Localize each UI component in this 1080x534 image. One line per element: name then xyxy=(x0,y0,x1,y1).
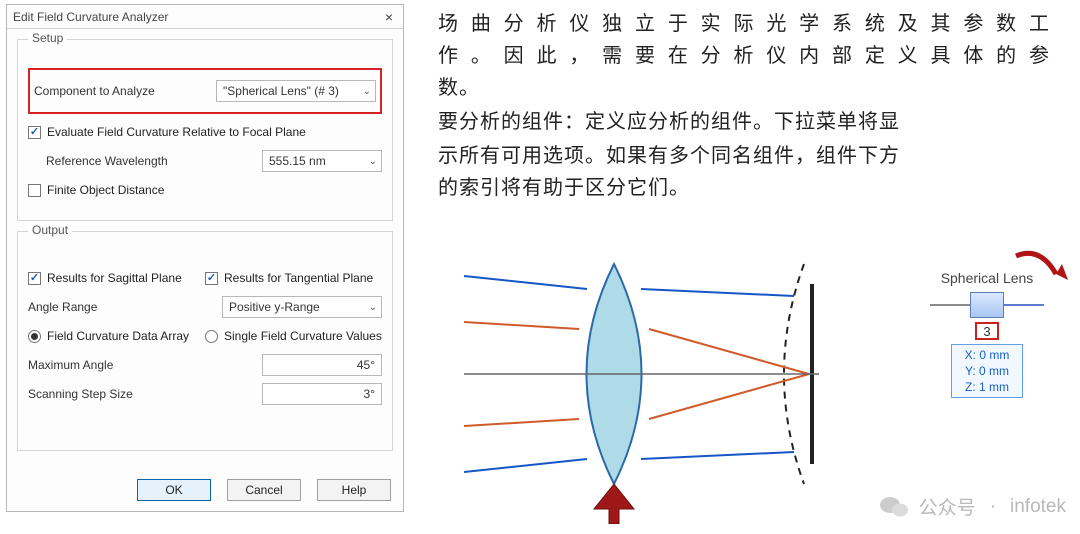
ok-button[interactable]: OK xyxy=(137,479,211,501)
chevron-down-icon: ⌄ xyxy=(363,86,371,97)
eval-focal-plane-checkbox[interactable] xyxy=(28,126,41,139)
description-text: 场曲分析仪独立于实际光学系统及其参数工 作。因此，需要在分析仪内部定义具体的参 … xyxy=(438,8,1070,204)
finite-distance-checkbox[interactable] xyxy=(28,184,41,197)
angle-range-select[interactable]: Positive y-Range ⌄ xyxy=(222,296,382,318)
max-angle-input[interactable]: 45° xyxy=(262,354,382,376)
coord-y: Y: 0 mm xyxy=(952,363,1022,379)
wire-right-icon xyxy=(1004,304,1044,306)
para2-line2: 示所有可用选项。如果有多个同名组件，组件下方 xyxy=(438,140,1050,172)
step-size-input[interactable]: 3° xyxy=(262,383,382,405)
coord-z: Z: 1 mm xyxy=(952,379,1022,395)
watermark: 公众号 · infotek xyxy=(879,493,1066,520)
output-group: Output Results for Sagittal Plane Result… xyxy=(17,231,393,451)
single-values-radio[interactable] xyxy=(205,330,218,343)
output-heading: Output xyxy=(28,223,72,237)
wire-left-icon xyxy=(930,304,970,306)
ref-wavelength-select[interactable]: 555.15 nm ⌄ xyxy=(262,150,382,172)
para2-line1: 要分析的组件：定义应分析的组件。下拉菜单将显 xyxy=(438,106,1050,138)
lens-diagram xyxy=(464,234,864,524)
max-angle-value: 45° xyxy=(357,358,375,372)
finite-distance-label: Finite Object Distance xyxy=(47,183,164,197)
ref-wavelength-value: 555.15 nm xyxy=(269,154,326,168)
tangential-label: Results for Tangential Plane xyxy=(224,271,373,285)
component-to-analyze-highlight: Component to Analyze "Spherical Lens" (#… xyxy=(28,68,382,114)
data-array-label: Field Curvature Data Array xyxy=(47,329,189,343)
data-array-radio[interactable] xyxy=(28,330,41,343)
single-values-label: Single Field Curvature Values xyxy=(224,329,382,343)
close-icon[interactable]: × xyxy=(381,5,397,28)
dialog-buttons: OK Cancel Help xyxy=(137,479,391,501)
step-size-value: 3° xyxy=(364,387,375,401)
up-arrow-icon xyxy=(594,484,634,524)
lens-node-icon[interactable] xyxy=(970,292,1004,318)
dialog-window: Edit Field Curvature Analyzer × Setup Co… xyxy=(6,4,404,512)
component-value: "Spherical Lens" (# 3) xyxy=(223,84,339,98)
node-row xyxy=(912,292,1062,318)
node-index: 3 xyxy=(975,322,999,340)
eval-focal-plane-label: Evaluate Field Curvature Relative to Foc… xyxy=(47,125,306,139)
para1-line1: 场曲分析仪独立于实际光学系统及其参数工 xyxy=(438,8,1050,40)
watermark-sep: · xyxy=(990,496,996,518)
ref-wavelength-label: Reference Wavelength xyxy=(28,154,262,168)
chevron-down-icon: ⌄ xyxy=(369,302,377,313)
setup-group: Setup Component to Analyze "Spherical Le… xyxy=(17,39,393,221)
node-coords: X: 0 mm Y: 0 mm Z: 1 mm xyxy=(951,344,1023,398)
help-button[interactable]: Help xyxy=(317,479,391,501)
angle-range-label: Angle Range xyxy=(28,300,222,314)
para1-line2: 作。因此，需要在分析仪内部定义具体的参 xyxy=(438,40,1050,72)
wechat-icon xyxy=(879,494,909,520)
dialog-title: Edit Field Curvature Analyzer xyxy=(13,5,168,28)
para1-line3: 数。 xyxy=(438,72,1070,104)
component-select[interactable]: "Spherical Lens" (# 3) ⌄ xyxy=(216,80,376,102)
angle-range-value: Positive y-Range xyxy=(229,300,320,314)
para2-line3: 的索引将有助于区分它们。 xyxy=(438,172,1070,204)
node-block: Spherical Lens 3 X: 0 mm Y: 0 mm Z: 1 mm xyxy=(912,270,1062,440)
watermark-name: infotek xyxy=(1010,496,1066,518)
sagittal-checkbox[interactable] xyxy=(28,272,41,285)
max-angle-label: Maximum Angle xyxy=(28,358,262,372)
chevron-down-icon: ⌄ xyxy=(369,156,377,167)
component-label: Component to Analyze xyxy=(34,84,216,98)
setup-heading: Setup xyxy=(28,31,67,45)
tangential-checkbox[interactable] xyxy=(205,272,218,285)
node-title: Spherical Lens xyxy=(912,270,1062,286)
sagittal-label: Results for Sagittal Plane xyxy=(47,271,182,285)
coord-x: X: 0 mm xyxy=(952,347,1022,363)
dialog-titlebar: Edit Field Curvature Analyzer × xyxy=(7,5,403,29)
step-size-label: Scanning Step Size xyxy=(28,387,262,401)
cancel-button[interactable]: Cancel xyxy=(227,479,301,501)
watermark-label: 公众号 xyxy=(919,493,976,520)
